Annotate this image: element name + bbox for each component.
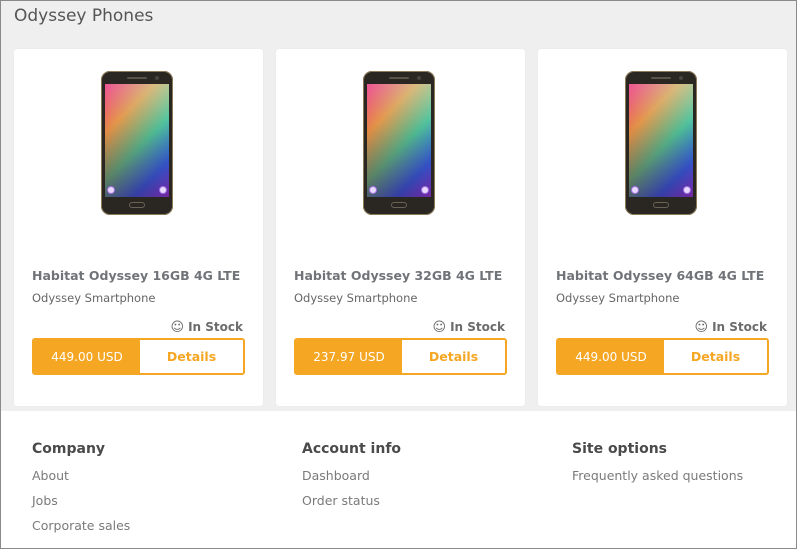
product-actions: 449.00 USD Details (32, 338, 245, 375)
stock-label: In Stock (712, 320, 767, 334)
stock-status: ☺ In Stock (695, 320, 767, 334)
product-name[interactable]: Habitat Odyssey 16GB 4G LTE (32, 268, 240, 283)
product-card: Habitat Odyssey 16GB 4G LTE Odyssey Smar… (14, 49, 263, 406)
price-button[interactable]: 449.00 USD (34, 340, 140, 373)
product-actions: 449.00 USD Details (556, 338, 769, 375)
page-title: Odyssey Phones (14, 6, 154, 26)
product-image[interactable] (625, 71, 697, 215)
footer-link-faq[interactable]: Frequently asked questions (572, 468, 743, 493)
footer: Company About Jobs Corporate sales Accou… (1, 411, 796, 548)
product-name[interactable]: Habitat Odyssey 32GB 4G LTE (294, 268, 502, 283)
product-actions: 237.97 USD Details (294, 338, 507, 375)
stock-label: In Stock (188, 320, 243, 334)
product-image[interactable] (363, 71, 435, 215)
product-card: Habitat Odyssey 32GB 4G LTE Odyssey Smar… (276, 49, 525, 406)
footer-column-account-info: Account info Dashboard Order status (302, 441, 401, 518)
details-button[interactable]: Details (664, 340, 767, 373)
product-card: Habitat Odyssey 64GB 4G LTE Odyssey Smar… (538, 49, 787, 406)
product-subtitle: Odyssey Smartphone (294, 291, 418, 305)
footer-column-site-options: Site options Frequently asked questions (572, 441, 743, 493)
smiley-icon: ☺ (170, 319, 185, 335)
details-button[interactable]: Details (402, 340, 505, 373)
footer-link-order-status[interactable]: Order status (302, 493, 401, 518)
details-button[interactable]: Details (140, 340, 243, 373)
footer-heading: Account info (302, 441, 402, 457)
footer-link-dashboard[interactable]: Dashboard (302, 468, 401, 493)
product-name[interactable]: Habitat Odyssey 64GB 4G LTE (556, 268, 764, 283)
stock-label: In Stock (450, 320, 505, 334)
price-button[interactable]: 237.97 USD (296, 340, 402, 373)
stock-status: ☺ In Stock (433, 320, 505, 334)
smiley-icon: ☺ (432, 319, 447, 335)
footer-link-jobs[interactable]: Jobs (32, 493, 130, 518)
footer-heading: Site options (572, 441, 667, 457)
stock-status: ☺ In Stock (171, 320, 243, 334)
product-section: Odyssey Phones Habitat Odyssey 16GB 4G L… (1, 1, 796, 411)
price-button[interactable]: 449.00 USD (558, 340, 664, 373)
product-subtitle: Odyssey Smartphone (556, 291, 680, 305)
footer-link-about[interactable]: About (32, 468, 130, 493)
smiley-icon: ☺ (694, 319, 709, 335)
footer-link-corporate-sales[interactable]: Corporate sales (32, 518, 130, 543)
product-subtitle: Odyssey Smartphone (32, 291, 156, 305)
footer-heading: Company (32, 441, 106, 457)
footer-column-company: Company About Jobs Corporate sales (32, 441, 130, 543)
product-image[interactable] (101, 71, 173, 215)
